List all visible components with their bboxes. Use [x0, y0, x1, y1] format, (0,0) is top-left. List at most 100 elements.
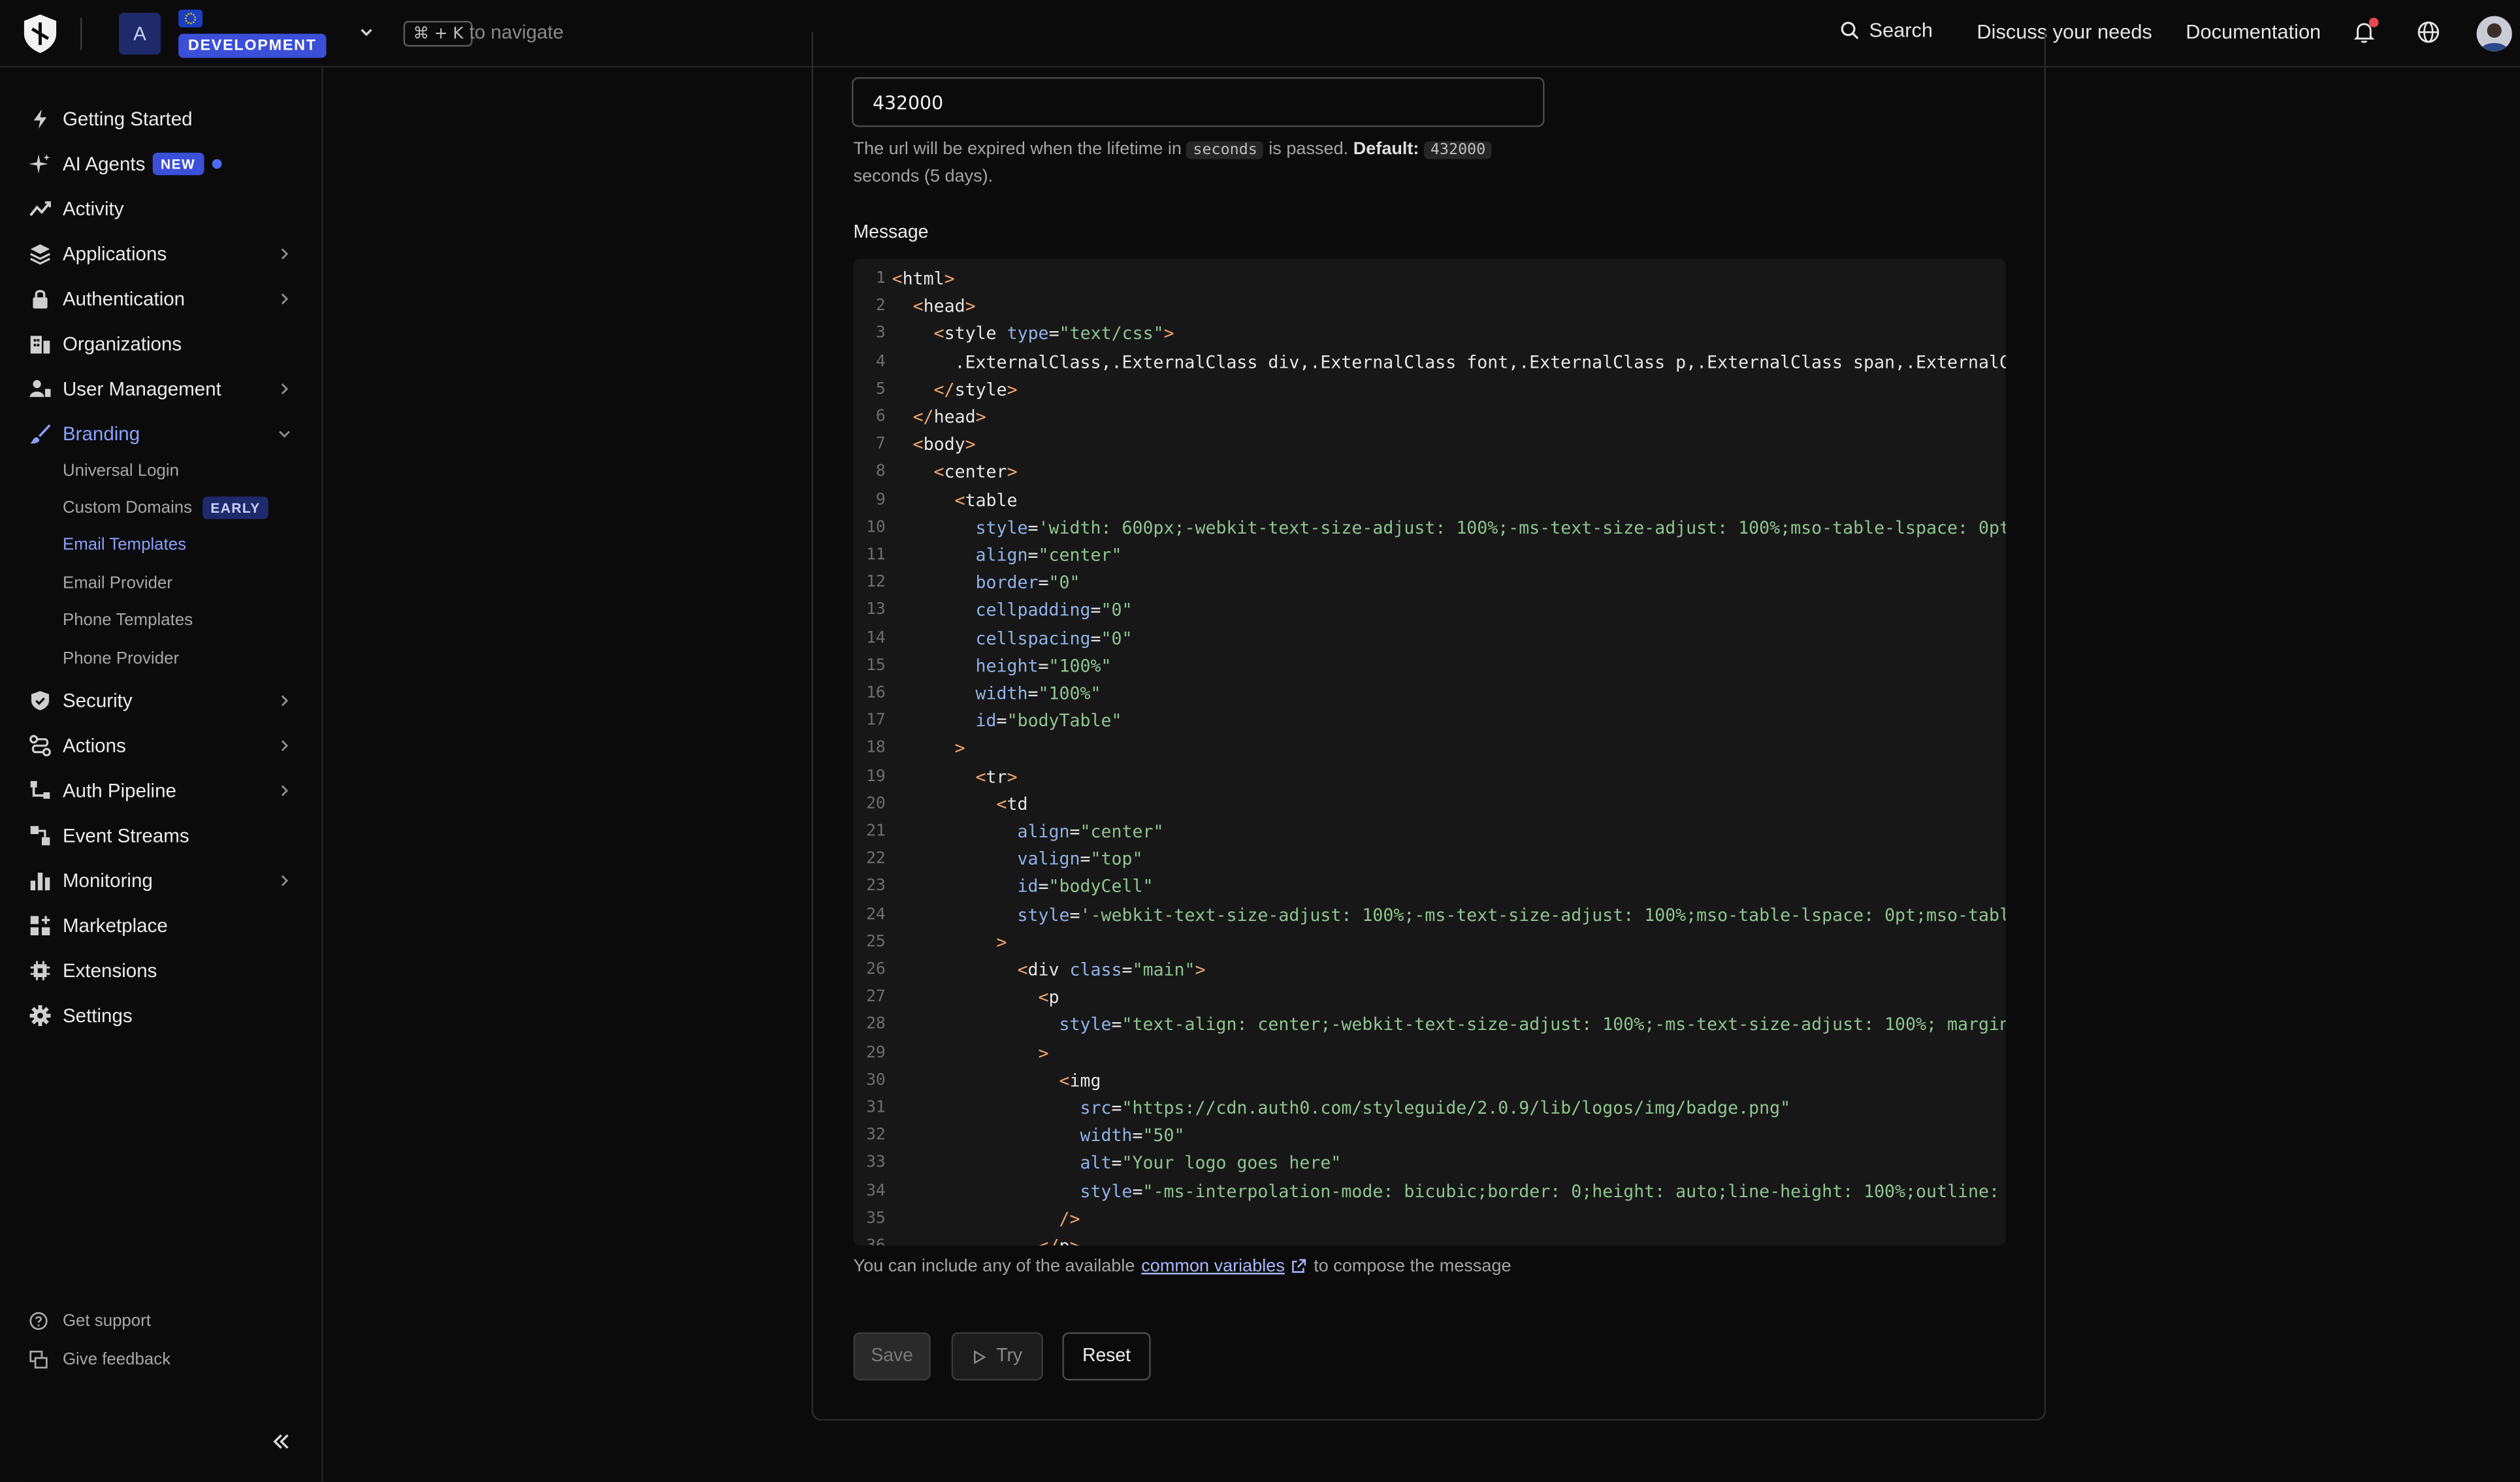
sidebar-item-monitoring[interactable]: Monitoring — [0, 862, 321, 900]
line-number: 29 — [866, 1044, 886, 1062]
code-line: 4 .ExternalClass,.ExternalClass div,.Exte… — [854, 348, 2006, 376]
line-number: 11 — [866, 546, 886, 564]
globe-icon[interactable] — [2415, 20, 2441, 45]
notification-dot — [2368, 18, 2379, 27]
line-number: 27 — [866, 988, 886, 1007]
lock-icon — [33, 289, 48, 309]
divider — [80, 18, 82, 50]
code-text: <tr> — [975, 765, 1018, 787]
code-line: 6 </head> — [854, 404, 2006, 431]
chip-icon — [30, 961, 50, 980]
code-line: 25 > — [854, 929, 2006, 956]
code-line: 5 </style> — [854, 376, 2006, 403]
shortcut-key: ⌘ + K — [403, 20, 474, 47]
code-line: 28 style="text-align: center;-webkit-text… — [854, 1012, 2006, 1039]
code-line: 16 width="100%" — [854, 680, 2006, 707]
code-line: 12 border="0" — [854, 569, 2006, 596]
sidebar-subitem-email-provider[interactable]: Email Provider — [63, 573, 172, 593]
sidebar-item-label: Auth Pipeline — [62, 779, 176, 802]
auth0-logo-icon[interactable] — [22, 13, 57, 55]
sidebar-item-settings[interactable]: Settings — [0, 997, 321, 1035]
code-line: 33 alt="Your logo goes here" — [854, 1150, 2006, 1177]
line-number: 6 — [875, 408, 886, 427]
sidebar-subitem-phone-provider[interactable]: Phone Provider — [63, 649, 179, 669]
sidebar-subitem-phone-templates[interactable]: Phone Templates — [63, 611, 193, 630]
code-line: 13 cellpadding="0" — [854, 597, 2006, 624]
sidebar-item-label: Activity — [62, 197, 124, 221]
sidebar-item-auth-pipeline[interactable]: Auth Pipeline — [0, 771, 321, 810]
sidebar-item-actions[interactable]: Actions — [0, 726, 321, 765]
line-number: 13 — [866, 602, 886, 620]
code-line: 17 id="bodyTable" — [854, 707, 2006, 735]
sidebar-item-security[interactable]: Security — [0, 681, 321, 720]
give-feedback-link[interactable]: Give feedback — [29, 1350, 170, 1369]
sidebar-item-activity[interactable]: Activity — [0, 189, 321, 228]
sidebar-item-organizations[interactable]: Organizations — [0, 325, 321, 363]
url-lifetime-input[interactable] — [852, 77, 1545, 127]
code-line: 34 style="-ms-interpolation-mode: bicubic… — [854, 1178, 2006, 1205]
sidebar-item-label: Applications — [62, 242, 167, 265]
documentation-link[interactable]: Documentation — [2186, 21, 2321, 43]
code-text: style='-webkit-text-size-adjust: 100%;-m… — [1017, 904, 2005, 926]
line-number: 22 — [866, 850, 886, 869]
collapse-sidebar-icon[interactable] — [270, 1430, 292, 1453]
code-text: <head> — [913, 296, 976, 317]
gear-icon — [29, 1005, 51, 1027]
sidebar-subitem-universal-login[interactable]: Universal Login — [63, 461, 179, 481]
code-line: 29 > — [854, 1039, 2006, 1067]
code-line: 24 style='-webkit-text-size-adjust: 100%;… — [854, 901, 2006, 928]
pipeline-icon — [30, 781, 50, 799]
code-text: </style> — [933, 379, 1018, 400]
unread-dot — [212, 159, 222, 169]
sidebar-item-getting-started[interactable]: Getting Started — [0, 100, 321, 138]
code-text: <td — [996, 793, 1028, 814]
sidebar-item-event-streams[interactable]: Event Streams — [0, 816, 321, 855]
line-number: 24 — [866, 905, 886, 924]
sidebar-item-marketplace[interactable]: Marketplace — [0, 907, 321, 945]
code-text: > — [954, 738, 965, 760]
sidebar-subitem-email-templates[interactable]: Email Templates — [63, 535, 186, 555]
line-number: 17 — [866, 712, 886, 730]
environment-badge: DEVELOPMENT — [178, 33, 327, 58]
code-line: 36 </p> — [854, 1232, 2006, 1246]
code-text: <table — [954, 489, 1018, 511]
tenant-avatar[interactable]: A — [119, 12, 161, 55]
code-text: width="100%" — [975, 683, 1101, 704]
chevron-right-icon — [281, 695, 289, 707]
line-number: 3 — [875, 325, 886, 344]
chevron-down-icon[interactable] — [357, 22, 376, 42]
sidebar-item-label: User Management — [62, 378, 221, 400]
get-support-label: Get support — [62, 1311, 151, 1331]
save-button[interactable]: Save — [853, 1332, 931, 1381]
message-code-editor[interactable]: 1 <html> 2 <head> 3 <style type="text/css"> 4.… — [853, 259, 2006, 1246]
line-number: 10 — [866, 519, 886, 537]
get-support-link[interactable]: Get support — [29, 1311, 151, 1331]
common-variables-link[interactable]: common variables — [1141, 1257, 1285, 1276]
sidebar-item-extensions[interactable]: Extensions — [0, 952, 321, 990]
bolt-icon — [33, 109, 47, 129]
sidebar-item-branding[interactable]: Branding — [0, 415, 321, 453]
bar-chart-icon — [30, 873, 50, 891]
code-line: 20 <td — [854, 790, 2006, 818]
sidebar-subitem-custom-domains[interactable]: Custom Domains — [63, 498, 192, 518]
sidebar-item-user-management[interactable]: User Management — [0, 370, 321, 408]
sidebar-item-ai-agents[interactable]: AI Agents NEW — [0, 144, 321, 183]
line-number: 18 — [866, 739, 886, 758]
layers-icon — [30, 244, 50, 265]
user-avatar[interactable] — [2476, 16, 2512, 52]
code-text: cellpadding="0" — [975, 600, 1133, 621]
user-photo-icon — [2476, 16, 2512, 52]
reset-button[interactable]: Reset — [1062, 1332, 1151, 1381]
line-number: 26 — [866, 961, 886, 979]
sidebar-item-label: Security — [62, 689, 133, 713]
lifetime-help-text: The url will be expired when the lifetim… — [854, 137, 1528, 191]
early-badge: EARLY — [202, 496, 268, 519]
chevron-right-icon — [281, 875, 289, 886]
sidebar-item-applications[interactable]: Applications — [0, 234, 321, 273]
try-button[interactable]: Try — [951, 1332, 1043, 1381]
new-badge: NEW — [152, 152, 204, 176]
streams-icon — [30, 826, 50, 846]
sidebar-item-authentication[interactable]: Authentication — [0, 280, 321, 318]
sidebar-item-label: Actions — [62, 734, 126, 757]
sidebar-item-label: Authentication — [62, 287, 186, 310]
